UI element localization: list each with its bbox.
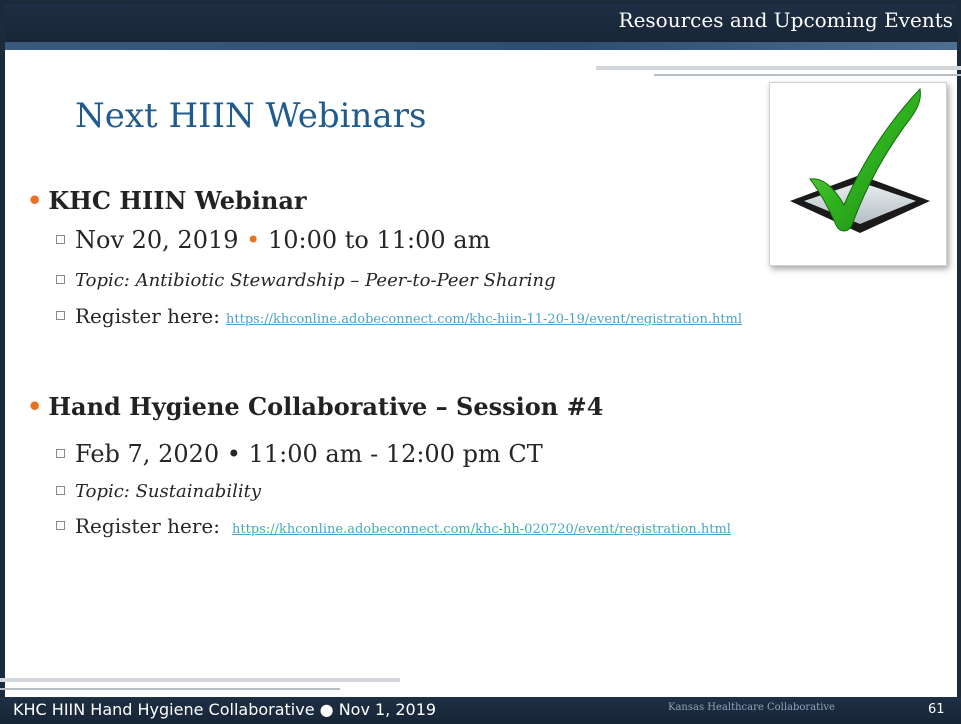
separator-dot: • <box>246 226 261 254</box>
checkmark-icon <box>790 87 930 233</box>
bullet-dot: • <box>27 392 43 421</box>
sub-bullet <box>56 311 65 320</box>
footer-text: KHC HIIN Hand Hygiene Collaborative ● No… <box>13 700 437 719</box>
page-number: 61 <box>928 702 945 717</box>
sub-bullet <box>56 485 65 495</box>
register-link[interactable]: https://khconline.adobeconnect.com/khc-h… <box>226 312 742 327</box>
footer-organization: Kansas Healthcare Collaborative <box>668 702 835 713</box>
register-label: Register here: <box>75 304 220 328</box>
register-label: Register here: <box>75 514 220 538</box>
section-title: Resources and Upcoming Events <box>618 8 953 32</box>
bullet-dot: • <box>27 186 43 215</box>
event-heading: • Hand Hygiene Collaborative – Session #4 <box>27 392 603 421</box>
event-topic: Topic: Antibiotic Stewardship – Peer-to-… <box>56 270 556 291</box>
left-border <box>0 0 5 724</box>
sub-bullet <box>56 449 65 458</box>
right-border <box>957 0 961 724</box>
event-register: Register here: https://khconline.adobecon… <box>56 514 731 538</box>
event-name: Hand Hygiene Collaborative – Session #4 <box>48 392 604 421</box>
event-time: 11:00 am - 12:00 pm CT <box>248 440 543 468</box>
event-topic-text: Topic: Sustainability <box>75 481 261 502</box>
sub-bullet <box>56 274 65 284</box>
header-stripe <box>5 42 957 50</box>
sub-bullet <box>56 235 65 244</box>
sub-bullet <box>56 521 65 530</box>
event-topic-text: Topic: Antibiotic Stewardship – Peer-to-… <box>75 270 556 291</box>
event-heading: • KHC HIIN Webinar <box>27 186 307 215</box>
checkmark-image <box>769 82 947 266</box>
decorative-line <box>0 688 340 690</box>
decorative-line <box>596 66 961 70</box>
event-register: Register here: https://khconline.adobecon… <box>56 304 742 328</box>
event-datetime: Feb 7, 2020 • 11:00 am - 12:00 pm CT <box>56 440 543 468</box>
event-name: KHC HIIN Webinar <box>48 186 307 215</box>
event-date: Feb 7, 2020 <box>75 440 220 468</box>
slide-title: Next HIIN Webinars <box>75 96 427 136</box>
slide: Resources and Upcoming Events Next HIIN … <box>0 0 961 724</box>
decorative-line <box>654 74 961 76</box>
separator-dot: • <box>226 440 241 468</box>
event-topic: Topic: Sustainability <box>56 481 261 502</box>
register-link[interactable]: https://khconline.adobeconnect.com/khc-h… <box>232 522 731 537</box>
event-date: Nov 20, 2019 <box>75 226 239 254</box>
event-time: 10:00 to 11:00 am <box>267 226 491 254</box>
event-datetime: Nov 20, 2019 • 10:00 to 11:00 am <box>56 226 490 254</box>
decorative-line <box>0 678 400 682</box>
